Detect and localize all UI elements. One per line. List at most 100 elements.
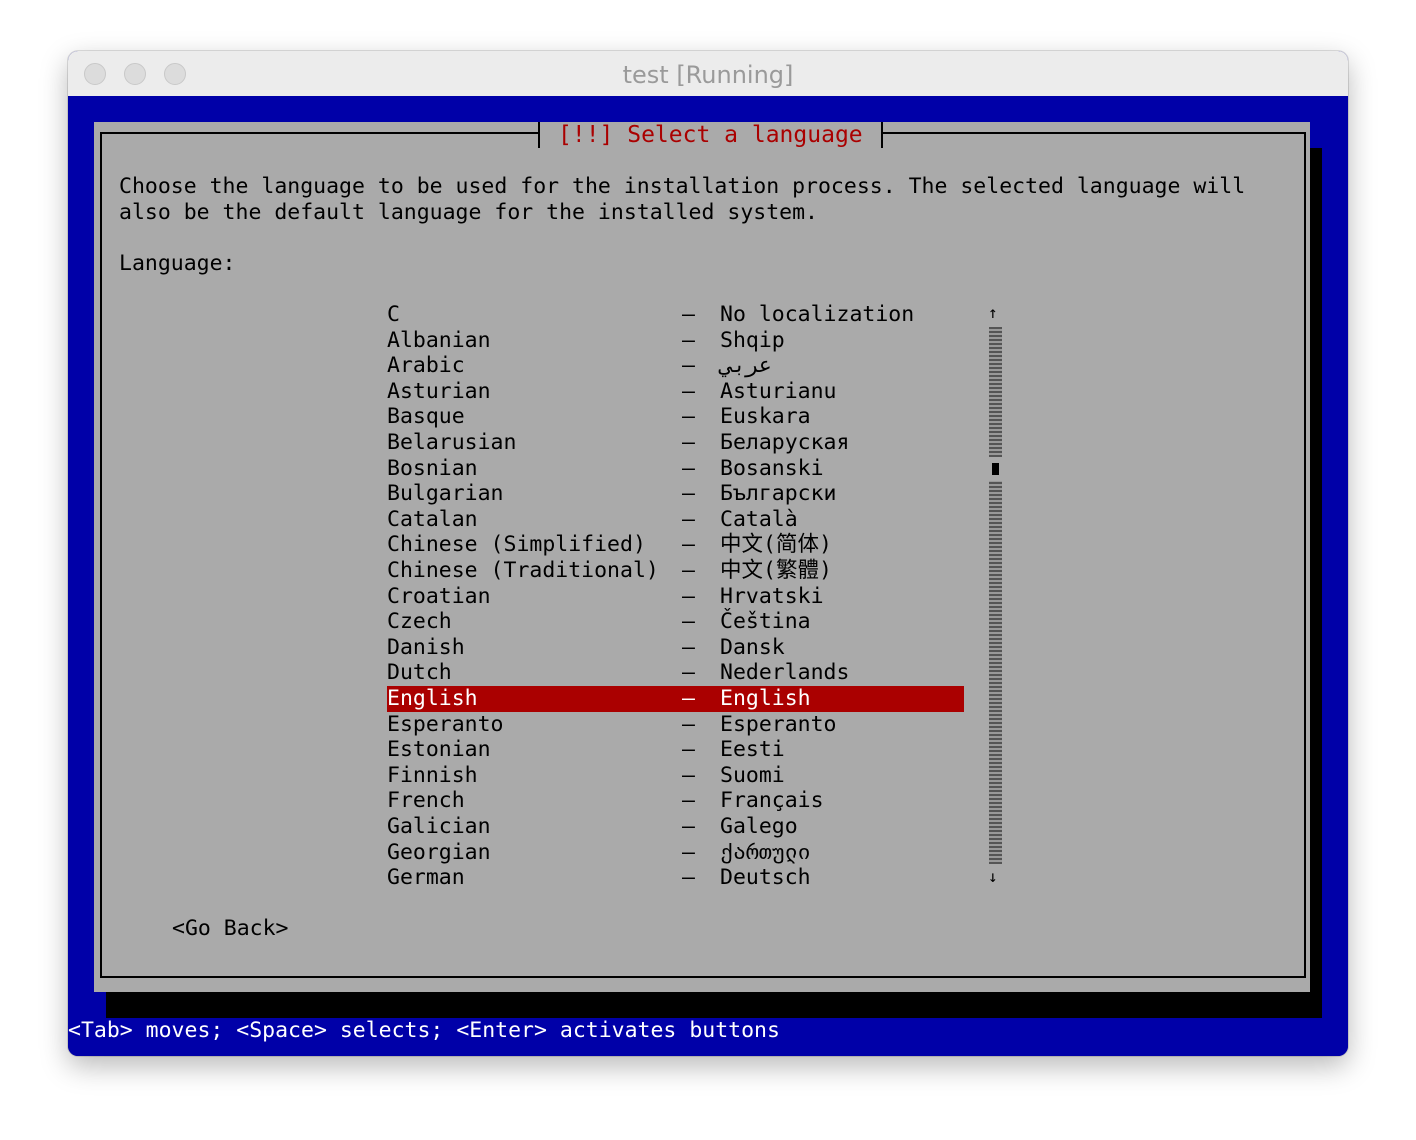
language-separator: – (682, 558, 695, 583)
language-option-german[interactable]: German – Deutsch (387, 865, 964, 891)
scrollbar-track-upper[interactable] (989, 327, 1002, 457)
language-english-name: Georgian (387, 839, 491, 865)
language-native-name: Eesti (720, 737, 785, 763)
language-separator: – (682, 378, 695, 404)
language-option-finnish[interactable]: Finnish – Suomi (387, 763, 964, 789)
language-option-czech[interactable]: Czech – Čeština (387, 609, 964, 635)
language-option-belarusian[interactable]: Belarusian – Беларуская (387, 430, 964, 456)
language-english-name: Asturian (387, 378, 491, 404)
language-separator: – (682, 353, 695, 379)
language-separator: – (682, 430, 695, 455)
language-native-name: Suomi (720, 762, 785, 788)
language-native-name: Беларуская (720, 430, 850, 455)
language-native-name: English (720, 686, 811, 711)
language-option-bulgarian[interactable]: Bulgarian – Български (387, 481, 964, 507)
language-native-name: Esperanto (720, 711, 837, 737)
select-language-dialog: [!!] Select a language Choose the langua… (94, 122, 1310, 992)
language-english-name: Arabic (387, 353, 465, 379)
language-separator: – (682, 634, 695, 660)
keyboard-help-bar: <Tab> moves; <Space> selects; <Enter> ac… (68, 1018, 780, 1043)
language-english-name: Estonian (387, 737, 491, 763)
language-english-name: Dutch (387, 660, 452, 686)
dialog-description-line-1: Choose the language to be used for the i… (119, 174, 1246, 199)
dialog-description-line-2: also be the default language for the ins… (119, 199, 818, 225)
language-native-name: Euskara (720, 404, 811, 430)
language-english-name: C (387, 302, 400, 327)
scrollbar-thumb[interactable] (992, 463, 999, 475)
language-separator: – (682, 686, 695, 711)
language-option-french[interactable]: French – Français (387, 788, 964, 814)
scrollbar-track-lower[interactable] (989, 481, 1002, 864)
language-option-basque[interactable]: Basque – Euskara (387, 404, 964, 430)
language-english-name: German (387, 865, 465, 891)
language-english-name: Albanian (387, 327, 491, 353)
language-separator: – (682, 532, 695, 558)
language-separator: – (682, 762, 695, 788)
language-english-name: Galician (387, 814, 491, 839)
language-native-name: No localization (720, 302, 915, 327)
language-option-arabic[interactable]: Arabic – عربي (387, 353, 964, 379)
language-native-name: ქართული (720, 839, 811, 865)
language-separator: – (682, 737, 695, 763)
language-english-name: Finnish (387, 762, 478, 788)
language-option-chinese-traditional[interactable]: Chinese (Traditional) – 中文(繁體) (387, 558, 964, 584)
language-english-name: Basque (387, 404, 465, 430)
vm-window: test [Running] [!!] Select a language Ch… (68, 51, 1348, 1056)
language-separator: – (682, 839, 695, 865)
language-option-asturian[interactable]: Asturian – Asturianu (387, 379, 964, 405)
language-native-name: Nederlands (720, 660, 850, 686)
language-english-name: Danish (387, 634, 465, 660)
language-separator: – (682, 506, 695, 532)
scroll-down-arrow-icon[interactable]: ↓ (988, 867, 998, 887)
language-native-name: Bosanski (720, 455, 824, 481)
scroll-up-arrow-icon[interactable]: ↑ (988, 303, 998, 323)
window-title: test [Running] (622, 61, 794, 89)
language-option-c[interactable]: C – No localization (387, 302, 964, 328)
language-option-albanian[interactable]: Albanian – Shqip (387, 328, 964, 354)
installer-screen: [!!] Select a language Choose the langua… (68, 96, 1348, 1056)
language-option-georgian[interactable]: Georgian – ქართული (387, 840, 964, 866)
language-option-dutch[interactable]: Dutch – Nederlands (387, 660, 964, 686)
language-native-name: Dansk (720, 634, 785, 660)
go-back-button[interactable]: <Go Back> (172, 916, 289, 942)
window-titlebar: test [Running] (68, 51, 1348, 97)
language-separator: – (682, 302, 695, 327)
language-separator: – (682, 327, 695, 353)
language-native-name: Galego (720, 814, 798, 839)
language-separator: – (682, 609, 695, 635)
language-option-english[interactable]: English – English (387, 686, 964, 712)
language-native-name: Български (720, 481, 837, 507)
language-separator: – (682, 788, 695, 814)
language-separator: – (682, 814, 695, 839)
language-native-name: Asturianu (720, 378, 837, 404)
language-english-name: Esperanto (387, 711, 504, 737)
language-native-name: 中文(繁體) (720, 558, 832, 583)
language-english-name: Croatian (387, 583, 491, 609)
language-english-name: Chinese (Traditional) (387, 558, 659, 583)
language-separator: – (682, 660, 695, 686)
language-english-name: Catalan (387, 506, 478, 532)
language-option-bosnian[interactable]: Bosnian – Bosanski (387, 456, 964, 482)
language-separator: – (682, 865, 695, 891)
language-option-danish[interactable]: Danish – Dansk (387, 635, 964, 661)
language-list-label: Language: (119, 251, 236, 276)
language-native-name: Català (720, 506, 798, 532)
language-option-galician[interactable]: Galician – Galego (387, 814, 964, 840)
dialog-title: [!!] Select a language (538, 122, 883, 148)
language-separator: – (682, 404, 695, 430)
language-option-croatian[interactable]: Croatian – Hrvatski (387, 584, 964, 610)
language-separator: – (682, 711, 695, 737)
language-native-name: Hrvatski (720, 583, 824, 609)
language-option-esperanto[interactable]: Esperanto – Esperanto (387, 712, 964, 738)
language-english-name: Belarusian (387, 430, 517, 455)
language-native-name: 中文(简体) (720, 532, 832, 558)
language-english-name: Bulgarian (387, 481, 504, 507)
language-option-chinese-simplified[interactable]: Chinese (Simplified) – 中文(简体) (387, 532, 964, 558)
language-native-name: Čeština (720, 609, 811, 635)
language-option-estonian[interactable]: Estonian – Eesti (387, 737, 964, 763)
language-english-name: Chinese (Simplified) (387, 532, 646, 558)
language-separator: – (682, 583, 695, 609)
language-english-name: French (387, 788, 465, 814)
language-english-name: Bosnian (387, 455, 478, 481)
language-option-catalan[interactable]: Catalan – Català (387, 507, 964, 533)
